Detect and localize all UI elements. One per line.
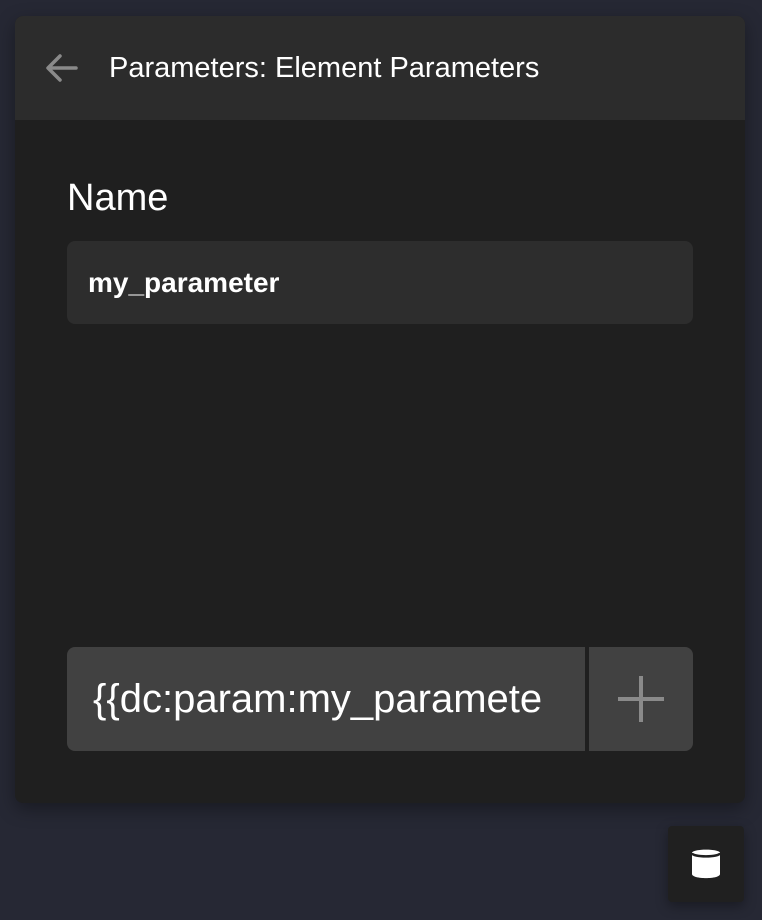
database-icon bbox=[691, 849, 721, 879]
parameter-token-row: {{dc:param:my_paramete bbox=[67, 647, 693, 751]
name-label: Name bbox=[67, 177, 169, 219]
parameters-panel: Parameters: Element Parameters Name {{dc… bbox=[15, 16, 745, 803]
arrow-left-icon bbox=[46, 54, 78, 82]
panel-header: Parameters: Element Parameters bbox=[15, 16, 745, 120]
page-title: Parameters: Element Parameters bbox=[109, 52, 540, 84]
database-button[interactable] bbox=[668, 826, 744, 902]
add-token-button[interactable] bbox=[589, 647, 693, 751]
name-input[interactable] bbox=[67, 241, 693, 324]
plus-icon bbox=[618, 676, 664, 722]
back-button[interactable] bbox=[41, 50, 81, 86]
parameter-token-field[interactable]: {{dc:param:my_paramete bbox=[67, 647, 585, 751]
